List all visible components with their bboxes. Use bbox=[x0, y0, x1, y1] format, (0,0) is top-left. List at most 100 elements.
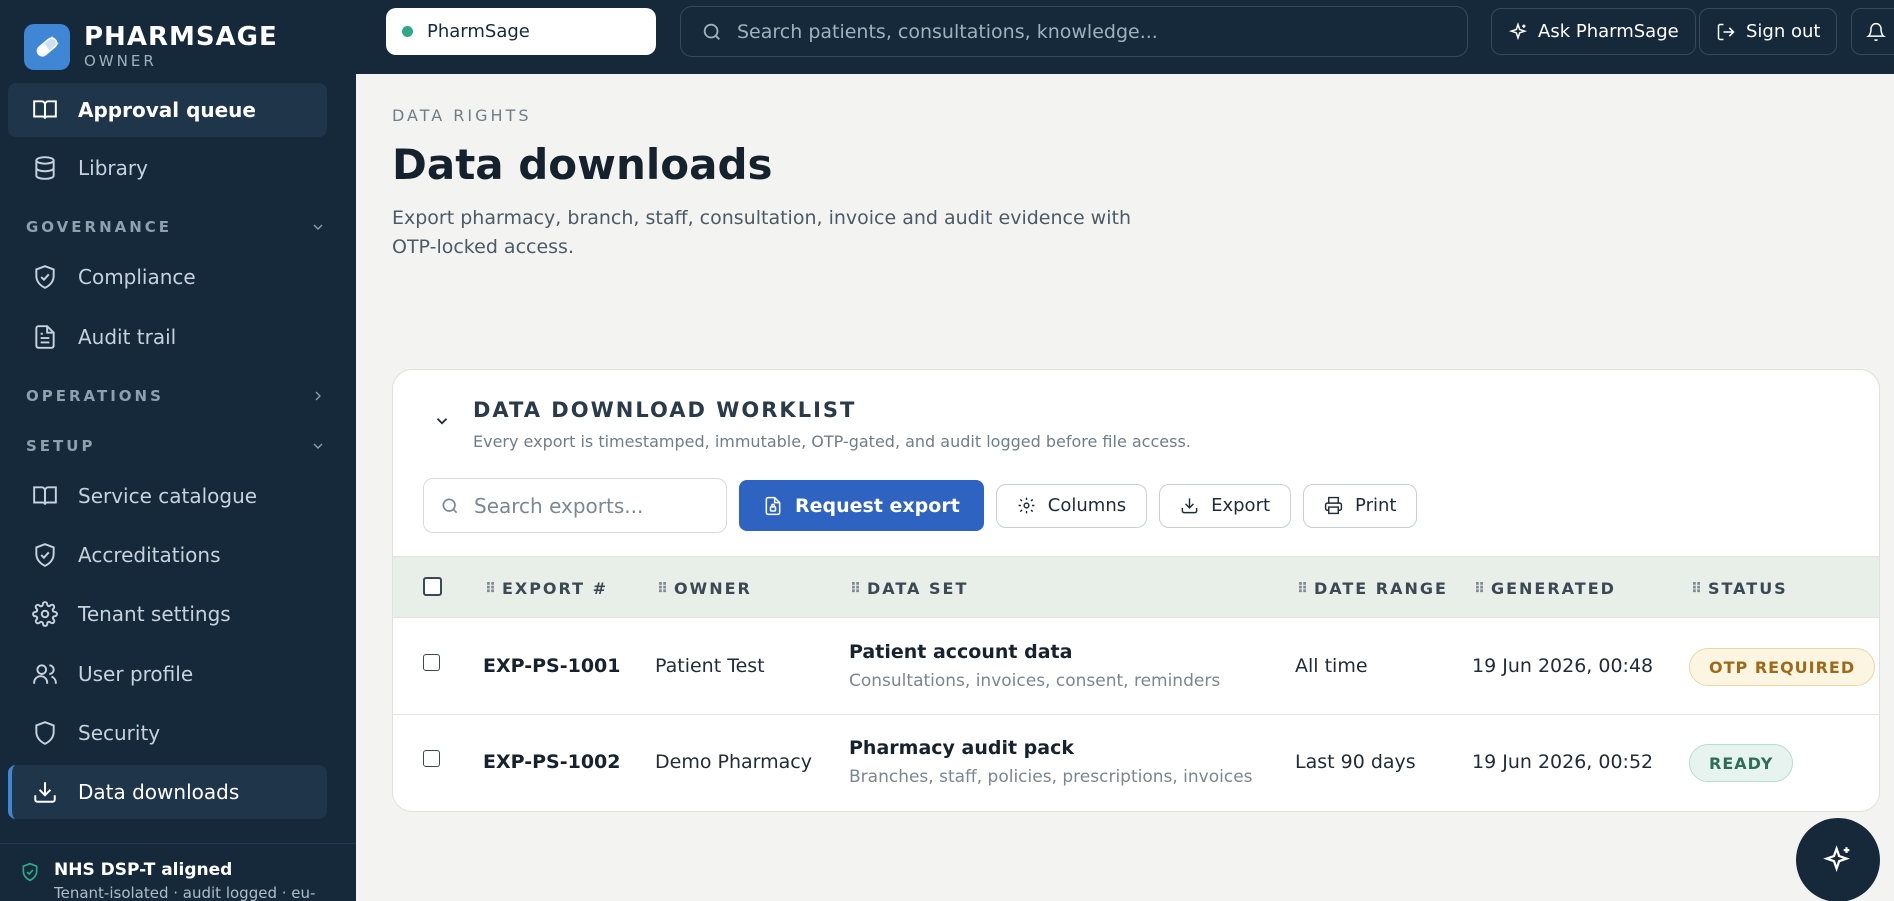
sidebar-item-label: Accreditations bbox=[78, 543, 221, 567]
brand[interactable]: PHARMSAGE OWNER bbox=[24, 24, 278, 70]
status-badge: READY bbox=[1689, 744, 1794, 782]
drag-handle-icon[interactable]: ⠿ bbox=[1297, 581, 1308, 597]
print-label: Print bbox=[1355, 495, 1397, 516]
footer-title: NHS DSP-T aligned bbox=[54, 860, 233, 880]
brand-role: OWNER bbox=[84, 52, 157, 70]
dataset-title: Pharmacy audit pack bbox=[849, 737, 1075, 759]
table-row[interactable]: EXP-PS-1002 Demo Pharmacy Pharmacy audit… bbox=[393, 715, 1879, 811]
drag-handle-icon[interactable]: ⠿ bbox=[850, 581, 861, 597]
shield-check-icon bbox=[35, 265, 55, 289]
request-export-button[interactable]: Request export bbox=[739, 480, 984, 531]
sidebar-item-compliance[interactable]: Compliance bbox=[8, 250, 327, 304]
column-label: DATA SET bbox=[866, 579, 969, 598]
sidebar-item-data-downloads[interactable]: Data downloads bbox=[8, 765, 327, 819]
drag-handle-icon[interactable]: ⠿ bbox=[657, 581, 668, 597]
export-id[interactable]: EXP-PS-1002 bbox=[483, 751, 620, 773]
printer-icon bbox=[1324, 496, 1343, 515]
worklist-header: DATA DOWNLOAD WORKLIST Every export is t… bbox=[433, 398, 1191, 451]
export-button[interactable]: Export bbox=[1159, 483, 1292, 528]
table-row[interactable]: EXP-PS-1001 Patient Test Patient account… bbox=[393, 619, 1879, 715]
topbar: PharmSage Search patients, consultations… bbox=[356, 0, 1894, 74]
database-icon bbox=[35, 156, 55, 180]
column-header-dataset[interactable]: ⠿ DATA SET bbox=[850, 579, 968, 598]
drag-handle-icon[interactable]: ⠿ bbox=[1474, 581, 1485, 597]
print-button[interactable]: Print bbox=[1303, 483, 1418, 528]
dataset-cell: Pharmacy audit pack Branches, staff, pol… bbox=[849, 737, 1253, 787]
export-id[interactable]: EXP-PS-1001 bbox=[483, 655, 620, 677]
tenant-switcher[interactable]: PharmSage bbox=[386, 8, 656, 55]
sidebar-item-label: Library bbox=[78, 156, 148, 180]
column-header-status[interactable]: ⠿ STATUS bbox=[1691, 579, 1788, 598]
page-title: Data downloads bbox=[392, 140, 773, 189]
columns-button[interactable]: Columns bbox=[995, 483, 1148, 528]
column-header-export[interactable]: ⠿ EXPORT # bbox=[485, 579, 608, 598]
ask-pharmsage-button[interactable]: Ask PharmSage bbox=[1491, 8, 1696, 55]
dataset-detail: Consultations, invoices, consent, remind… bbox=[849, 671, 1221, 691]
bell-icon bbox=[1866, 22, 1886, 41]
section-label: OPERATIONS bbox=[26, 387, 164, 405]
sidebar-item-label: Compliance bbox=[78, 265, 196, 289]
section-label: SETUP bbox=[26, 437, 96, 455]
sidebar-item-audit-trail[interactable]: Audit trail bbox=[8, 310, 327, 364]
file-lock-icon bbox=[765, 496, 781, 515]
sidebar-item-library[interactable]: Library bbox=[8, 141, 327, 195]
sidebar-item-label: Service catalogue bbox=[78, 484, 258, 508]
page-eyebrow: DATA RIGHTS bbox=[392, 106, 532, 125]
sidebar-item-label: Tenant settings bbox=[78, 602, 231, 626]
chevron-down-icon bbox=[313, 224, 323, 230]
section-setup[interactable]: SETUP bbox=[26, 437, 326, 455]
gear-icon bbox=[1018, 497, 1035, 514]
shield-icon bbox=[35, 721, 55, 745]
global-search-input[interactable]: Search patients, consultations, knowledg… bbox=[680, 6, 1468, 57]
export-label: Export bbox=[1211, 495, 1271, 516]
sidebar: PHARMSAGE OWNER Approval queue Library G… bbox=[0, 0, 356, 901]
status-badge: OTP REQUIRED bbox=[1689, 648, 1876, 686]
table-header: ⠿ EXPORT # ⠿ OWNER ⠿ DATA SET ⠿ DATE RANGE ⠿… bbox=[393, 556, 1879, 618]
sidebar-item-user-profile[interactable]: User profile bbox=[8, 647, 327, 701]
chevron-right-icon bbox=[315, 391, 321, 401]
dataset-detail: Branches, staff, policies, prescriptions… bbox=[849, 767, 1253, 787]
section-operations[interactable]: OPERATIONS bbox=[26, 387, 326, 405]
select-all-checkbox[interactable] bbox=[423, 577, 442, 596]
column-header-owner[interactable]: ⠿ OWNER bbox=[657, 579, 752, 598]
section-governance[interactable]: GOVERNANCE bbox=[26, 218, 326, 236]
sidebar-item-service-catalogue[interactable]: Service catalogue bbox=[8, 469, 327, 523]
dataset-cell: Patient account data Consultations, invo… bbox=[849, 641, 1220, 691]
dataset-title: Patient account data bbox=[849, 641, 1073, 663]
column-header-generated[interactable]: ⠿ GENERATED bbox=[1474, 579, 1616, 598]
sidebar-item-security[interactable]: Security bbox=[8, 706, 327, 760]
column-label: STATUS bbox=[1707, 579, 1788, 598]
date-range: Last 90 days bbox=[1295, 751, 1416, 773]
page-subtitle: Export pharmacy, branch, staff, consulta… bbox=[392, 207, 1131, 258]
sparkle-icon bbox=[1508, 21, 1528, 40]
footer-subtitle: Tenant-isolated · audit logged · eu- bbox=[54, 884, 316, 901]
row-checkbox[interactable] bbox=[423, 654, 440, 671]
export-search-input[interactable]: Search exports... bbox=[423, 478, 727, 533]
tenant-name: PharmSage bbox=[427, 21, 530, 42]
chevron-down-icon[interactable] bbox=[433, 412, 451, 430]
search-placeholder: Search patients, consultations, knowledg… bbox=[737, 20, 1158, 43]
compliance-footer: NHS DSP-T aligned Tenant-isolated · audi… bbox=[0, 843, 356, 901]
book-open-icon bbox=[33, 100, 57, 119]
generated: 19 Jun 2026, 00:48 bbox=[1472, 655, 1654, 677]
ask-label: Ask PharmSage bbox=[1538, 21, 1679, 42]
pill-logo-icon bbox=[24, 24, 70, 70]
sign-out-button[interactable]: Sign out bbox=[1699, 8, 1838, 55]
sidebar-item-accreditations[interactable]: Accreditations bbox=[8, 528, 327, 582]
generated: 19 Jun 2026, 00:52 bbox=[1472, 751, 1654, 773]
column-label: OWNER bbox=[673, 579, 752, 598]
column-label: EXPORT # bbox=[501, 579, 609, 598]
assistant-fab-button[interactable] bbox=[1796, 818, 1880, 901]
column-label: GENERATED bbox=[1490, 579, 1616, 598]
sidebar-item-approval-queue[interactable]: Approval queue bbox=[8, 83, 327, 137]
drag-handle-icon[interactable]: ⠿ bbox=[485, 581, 496, 597]
drag-handle-icon[interactable]: ⠿ bbox=[1691, 581, 1702, 597]
worklist-subtitle: Every export is timestamped, immutable, … bbox=[473, 432, 1191, 451]
export-search-placeholder: Search exports... bbox=[474, 493, 644, 518]
column-header-date-range[interactable]: ⠿ DATE RANGE bbox=[1297, 579, 1448, 598]
owner: Demo Pharmacy bbox=[655, 751, 812, 773]
sidebar-item-tenant-settings[interactable]: Tenant settings bbox=[8, 587, 327, 641]
row-checkbox[interactable] bbox=[423, 750, 440, 767]
request-export-label: Request export bbox=[795, 494, 960, 517]
notifications-button[interactable] bbox=[1851, 8, 1894, 55]
